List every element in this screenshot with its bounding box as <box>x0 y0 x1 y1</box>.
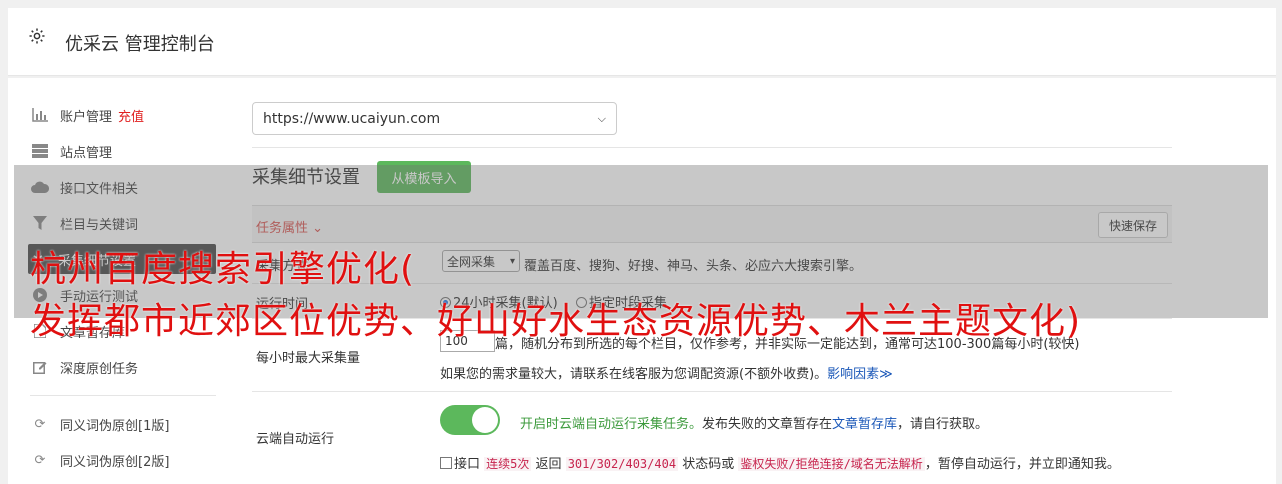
max-collect-desc2: 如果您的需求量较大，请联系在线客服为您调配资源(不额外收费)。影响因素≫ <box>440 363 893 382</box>
refresh-icon: ⟳ <box>34 452 46 468</box>
iface-text: 状态码或 <box>682 457 735 472</box>
iface-text: ，暂停自动运行，并立即通知我。 <box>924 457 1120 472</box>
sidebar-item-label: 站点管理 <box>60 145 113 161</box>
iface-text: 返回 <box>535 457 562 472</box>
toggle-knob <box>472 407 498 433</box>
sidebar-item-deep-original[interactable]: 深度原创任务 <box>30 352 220 382</box>
sidebar-item-label: 同义词伪原创[2版] <box>60 454 170 470</box>
max-collect-label: 每小时最大采集量 <box>256 351 361 366</box>
iface-code: 连续5次 <box>484 457 532 471</box>
sidebar-divider <box>30 395 216 396</box>
cloud-desc-end: ，请自行获取。 <box>897 417 989 432</box>
sidebar-item-synonym-v1[interactable]: ⟳ 同义词伪原创[1版] <box>30 409 220 439</box>
chevron-down-icon: ⌵ <box>597 111 606 125</box>
sidebar-item-account[interactable]: 账户管理 充值 <box>30 100 220 130</box>
row-divider <box>252 391 1172 392</box>
cloud-desc-text: 发布失败的文章暂存在 <box>702 417 833 432</box>
sidebar-item-label: 同义词伪原创[1版] <box>60 418 170 434</box>
cloud-run-desc: 开启时云端自动运行采集任务。发布失败的文章暂存在文章暂存库，请自行获取。 <box>520 413 988 432</box>
sidebar-item-label: 深度原创任务 <box>60 361 139 377</box>
factors-link-label: 影响因素 <box>827 367 880 382</box>
overlay-line-2: 发挥都市近郊区位优势、好山好水生态资源优势、木兰主题文化) <box>30 301 1082 342</box>
iface-code: 鉴权失败/拒绝连接/域名无法解析 <box>738 457 925 471</box>
recharge-link[interactable]: 充值 <box>118 106 144 125</box>
site-select-value: https://www.ucaiyun.com <box>263 110 441 127</box>
sidebar-item-synonym-v2[interactable]: ⟳ 同义词伪原创[2版] <box>30 445 220 475</box>
sidebar-item-label: 账户管理 <box>60 109 113 125</box>
server-icon <box>30 143 50 159</box>
cloud-desc-green: 开启时云端自动运行采集任务。 <box>520 417 703 432</box>
overlay-line-1: 杭州百度搜索引擎优化( <box>30 249 416 290</box>
interface-pause-option: 接口 连续5次 返回 301/302/403/404 状态码或 鉴权失败/拒绝连… <box>440 453 1120 472</box>
gear-icon <box>29 28 45 44</box>
refresh-icon: ⟳ <box>34 416 46 432</box>
cloud-run-label: 云端自动运行 <box>256 432 335 447</box>
max-desc2-text: 如果您的需求量较大，请联系在线客服为您调配资源(不额外收费)。 <box>440 367 828 382</box>
site-select[interactable]: https://www.ucaiyun.com ⌵ <box>252 102 617 135</box>
double-chevron-down-icon: ≫ <box>879 367 893 382</box>
iface-code: 301/302/403/404 <box>565 457 679 471</box>
iface-prefix: 接口 <box>454 457 481 472</box>
page-title: 优采云 管理控制台 <box>65 34 215 55</box>
bar-chart-icon <box>30 107 50 123</box>
top-header: 优采云 管理控制台 <box>8 8 1276 76</box>
divider <box>252 147 1172 148</box>
interface-pause-checkbox[interactable] <box>440 457 452 469</box>
edit-icon <box>30 359 50 375</box>
article-storage-link[interactable]: 文章暂存库 <box>832 417 897 432</box>
sidebar-item-sites[interactable]: 站点管理 <box>30 136 220 166</box>
cloud-run-toggle[interactable] <box>440 405 500 435</box>
overlay-banner: 杭州百度搜索引擎优化( 发挥都市近郊区位优势、好山好水生态资源优势、木兰主题文化… <box>30 244 1081 348</box>
factors-link[interactable]: 影响因素≫ <box>827 367 893 382</box>
